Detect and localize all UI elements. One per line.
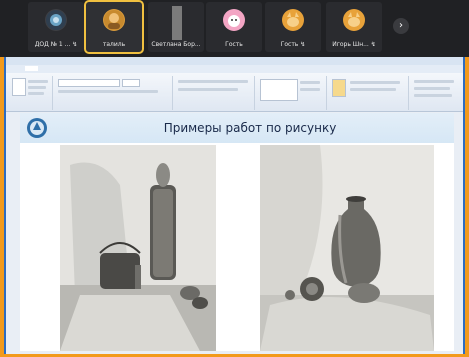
ribbon-group-editing	[410, 76, 462, 110]
participant-name: Светлана Бор...	[151, 41, 201, 48]
participant-name: ДОД № 1 ... ↯	[34, 41, 78, 48]
shapes-gallery[interactable]	[260, 79, 298, 101]
ribbon-group-drawing	[256, 76, 327, 110]
still-life-drawing-left	[60, 145, 216, 351]
participant-tile[interactable]: Игорь Шн... ↯	[326, 2, 382, 52]
font-name-select[interactable]	[58, 79, 120, 87]
ribbon-toolbar	[6, 73, 463, 112]
participant-name: Гость ↯	[280, 41, 306, 48]
ribbon-group-clipboard	[8, 76, 53, 110]
ribbon-tabs	[6, 65, 463, 73]
slide-header: Примеры работ по рисунку	[20, 113, 454, 143]
participant-name: талиль	[102, 41, 126, 48]
styles-icon[interactable]	[332, 79, 346, 97]
paste-icon[interactable]	[12, 78, 26, 96]
presentation-slide: Примеры работ по рисунку	[20, 113, 454, 351]
chevron-right-icon[interactable]: ›	[393, 18, 409, 34]
participant-avatar	[103, 9, 125, 31]
participant-avatar	[282, 9, 304, 31]
still-life-drawing-right	[260, 145, 434, 351]
ribbon-group-paragraph	[174, 76, 255, 110]
participant-video-thumbnail	[172, 6, 182, 40]
ribbon-group-font	[54, 76, 173, 110]
participant-tile[interactable]: ДОД № 1 ... ↯	[28, 2, 84, 52]
window-titlebar	[6, 57, 463, 65]
participant-tile[interactable]: Гость ↯	[265, 2, 321, 52]
participant-tile[interactable]: Светлана Бор...	[148, 2, 204, 52]
slide-title: Примеры работ по рисунку	[163, 121, 337, 135]
participant-avatar	[223, 9, 245, 31]
participant-avatar	[45, 9, 67, 31]
font-size-select[interactable]	[122, 79, 140, 87]
participant-avatar	[343, 9, 365, 31]
ribbon-tab-active[interactable]	[24, 66, 38, 71]
participants-strip: ДОД № 1 ... ↯ талиль Светлана Бор... Гос…	[0, 0, 469, 57]
shared-screen-window: Примеры работ по рисунку	[4, 57, 465, 354]
participant-tile[interactable]: Гость	[206, 2, 262, 52]
participant-name: Гость	[225, 41, 243, 48]
ribbon-group-styles	[328, 76, 409, 110]
school-logo	[26, 117, 48, 139]
ribbon-tab[interactable]	[14, 66, 15, 71]
participant-tile-active[interactable]: талиль	[84, 0, 144, 54]
participant-name: Игорь Шн... ↯	[332, 41, 376, 48]
